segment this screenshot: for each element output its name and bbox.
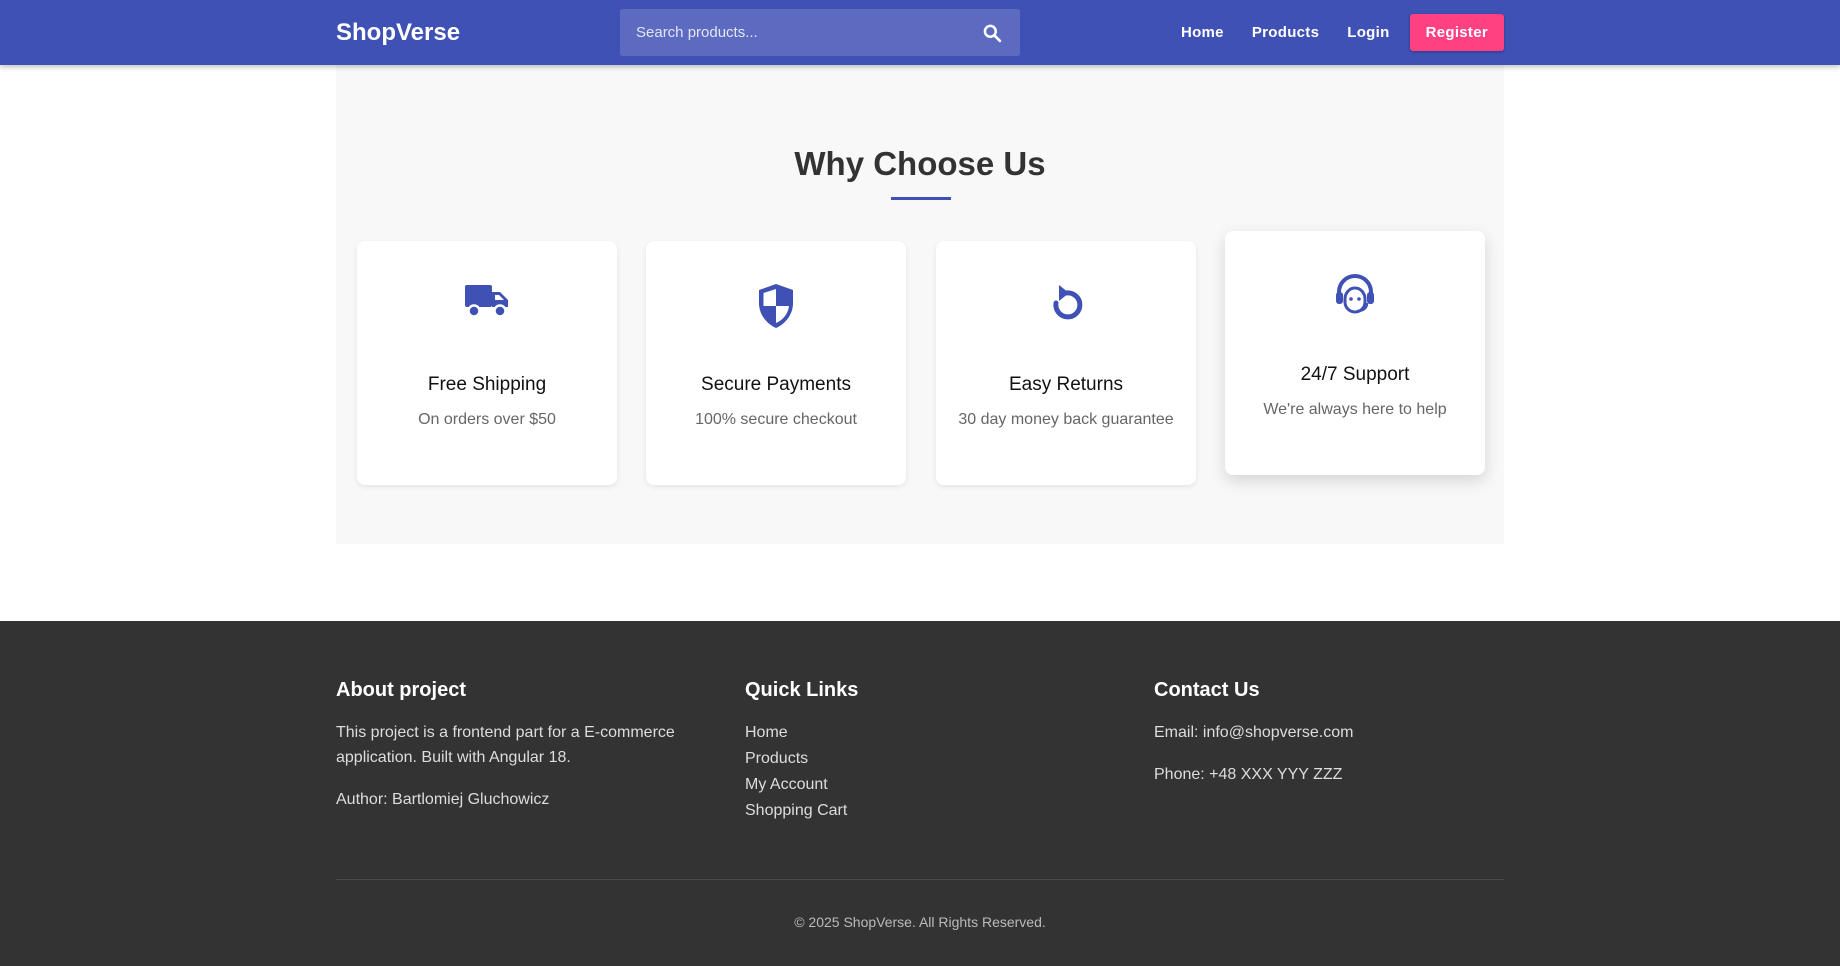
nav-products[interactable]: Products bbox=[1238, 24, 1333, 41]
navbar-inner: ShopVerse Home Products Login Register bbox=[336, 0, 1504, 65]
footer-link-products[interactable]: Products bbox=[745, 746, 1105, 772]
feature-title: Easy Returns bbox=[1008, 374, 1124, 395]
feature-card-shipping: Free Shipping On orders over $50 bbox=[357, 241, 617, 485]
headset-icon bbox=[1225, 273, 1485, 315]
feature-card-payments: Secure Payments 100% secure checkout bbox=[646, 241, 906, 485]
copyright-text: © 2025 ShopVerse. All Rights Reserved. bbox=[794, 914, 1046, 930]
feature-card-support: 24/7 Support We're always here to help bbox=[1225, 231, 1485, 475]
site-footer: About project This project is a frontend… bbox=[0, 621, 1840, 966]
shield-icon bbox=[646, 283, 906, 329]
undo-icon bbox=[936, 283, 1196, 329]
feature-desc: We're always here to help bbox=[1263, 401, 1447, 418]
contact-phone: Phone: +48 XXX YYY ZZZ bbox=[1154, 766, 1343, 783]
footer-contact: Contact Us Email: info@shopverse.com Pho… bbox=[1154, 679, 1504, 787]
main-nav: Home Products Login Register bbox=[1167, 14, 1504, 51]
footer-about: About project This project is a frontend… bbox=[336, 679, 696, 812]
why-choose-us-section: Why Choose Us Free Shipping On orders ov… bbox=[336, 65, 1504, 544]
footer-divider bbox=[336, 879, 1504, 880]
author-text: Author: Bartlomiej Gluchowicz bbox=[336, 791, 550, 808]
footer-heading: Quick Links bbox=[745, 679, 859, 701]
quick-links-list: Home Products My Account Shopping Cart bbox=[745, 720, 1105, 824]
nav-login[interactable]: Login bbox=[1333, 24, 1403, 41]
footer-link-my-account[interactable]: My Account bbox=[745, 772, 1105, 798]
feature-title: Secure Payments bbox=[701, 374, 851, 395]
top-navbar: ShopVerse Home Products Login Register bbox=[0, 0, 1840, 65]
footer-quick-links: Quick Links Home Products My Account Sho… bbox=[745, 679, 1105, 824]
search-input[interactable] bbox=[636, 24, 980, 41]
search-box bbox=[620, 9, 1020, 56]
footer-heading: About project bbox=[336, 679, 466, 701]
title-underline bbox=[891, 197, 951, 200]
footer-link-shopping-cart[interactable]: Shopping Cart bbox=[745, 798, 1105, 824]
contact-email: Email: info@shopverse.com bbox=[1154, 724, 1354, 741]
feature-desc: 100% secure checkout bbox=[695, 411, 857, 428]
about-text: This project is a frontend part for a E-… bbox=[336, 724, 675, 766]
feature-title: Free Shipping bbox=[427, 374, 547, 395]
footer-link-home[interactable]: Home bbox=[745, 720, 1105, 746]
search-icon[interactable] bbox=[980, 21, 1004, 45]
truck-icon bbox=[357, 283, 617, 319]
footer-heading: Contact Us bbox=[1154, 679, 1260, 701]
feature-title: 24/7 Support bbox=[1300, 364, 1410, 385]
nav-home[interactable]: Home bbox=[1167, 24, 1238, 41]
feature-card-returns: Easy Returns 30 day money back guarantee bbox=[936, 241, 1196, 485]
feature-desc: 30 day money back guarantee bbox=[958, 411, 1174, 428]
section-title: Why Choose Us bbox=[794, 145, 1046, 182]
brand-logo[interactable]: ShopVerse bbox=[336, 19, 620, 47]
feature-desc: On orders over $50 bbox=[418, 411, 556, 428]
register-button[interactable]: Register bbox=[1409, 14, 1504, 51]
